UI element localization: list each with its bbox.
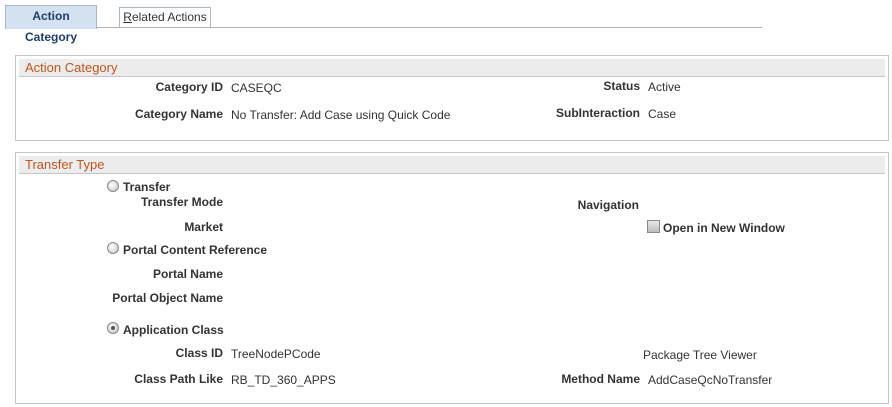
application-class-label: Application Class	[123, 323, 224, 337]
action-category-header: Action Category	[19, 59, 885, 77]
tab-bar: Action Category Related Actions	[5, 5, 762, 44]
category-id-value: CASEQC	[231, 81, 282, 95]
application-class-radio[interactable]	[107, 322, 119, 334]
navigation-label: Navigation	[577, 198, 639, 212]
portal-object-name-label: Portal Object Name	[112, 291, 223, 305]
open-new-window-label: Open in New Window	[663, 221, 785, 235]
class-path-label: Class Path Like	[134, 372, 223, 386]
portal-name-label: Portal Name	[152, 267, 223, 281]
category-name-value: No Transfer: Add Case using Quick Code	[231, 108, 451, 122]
transfer-radio-label: Transfer	[123, 180, 171, 194]
status-label: Status	[603, 79, 640, 93]
tab-related-actions[interactable]: Related Actions	[119, 7, 211, 27]
method-name-label: Method Name	[561, 372, 640, 386]
category-id-label: Category ID	[155, 80, 223, 94]
subinteraction-value: Case	[648, 107, 677, 121]
category-name-label: Category Name	[134, 107, 223, 121]
tab-action-category[interactable]: Action Category	[5, 5, 97, 44]
transfer-mode-label: Transfer Mode	[140, 195, 223, 209]
class-id-label: Class ID	[175, 346, 223, 360]
portal-content-reference-radio[interactable]	[107, 242, 119, 254]
tab-related-actions-label: elated Actions	[131, 10, 207, 24]
class-id-value: TreeNodePCode	[231, 347, 321, 361]
market-label: Market	[184, 220, 223, 234]
tab-action-category-label: Action Category	[24, 9, 77, 44]
status-value: Active	[648, 80, 681, 94]
transfer-type-header: Transfer Type	[19, 156, 885, 174]
class-path-value: RB_TD_360_APPS	[231, 373, 336, 387]
open-new-window-checkbox[interactable]	[647, 220, 660, 233]
package-value: Package Tree Viewer	[643, 348, 757, 362]
portal-content-reference-label: Portal Content Reference	[123, 243, 268, 257]
method-name-value: AddCaseQcNoTransfer	[648, 373, 773, 387]
transfer-radio[interactable]	[107, 180, 119, 192]
action-category-group: Action Category	[15, 55, 889, 141]
tab-related-actions-accesskey: R	[123, 10, 132, 24]
subinteraction-label: SubInteraction	[555, 106, 640, 120]
